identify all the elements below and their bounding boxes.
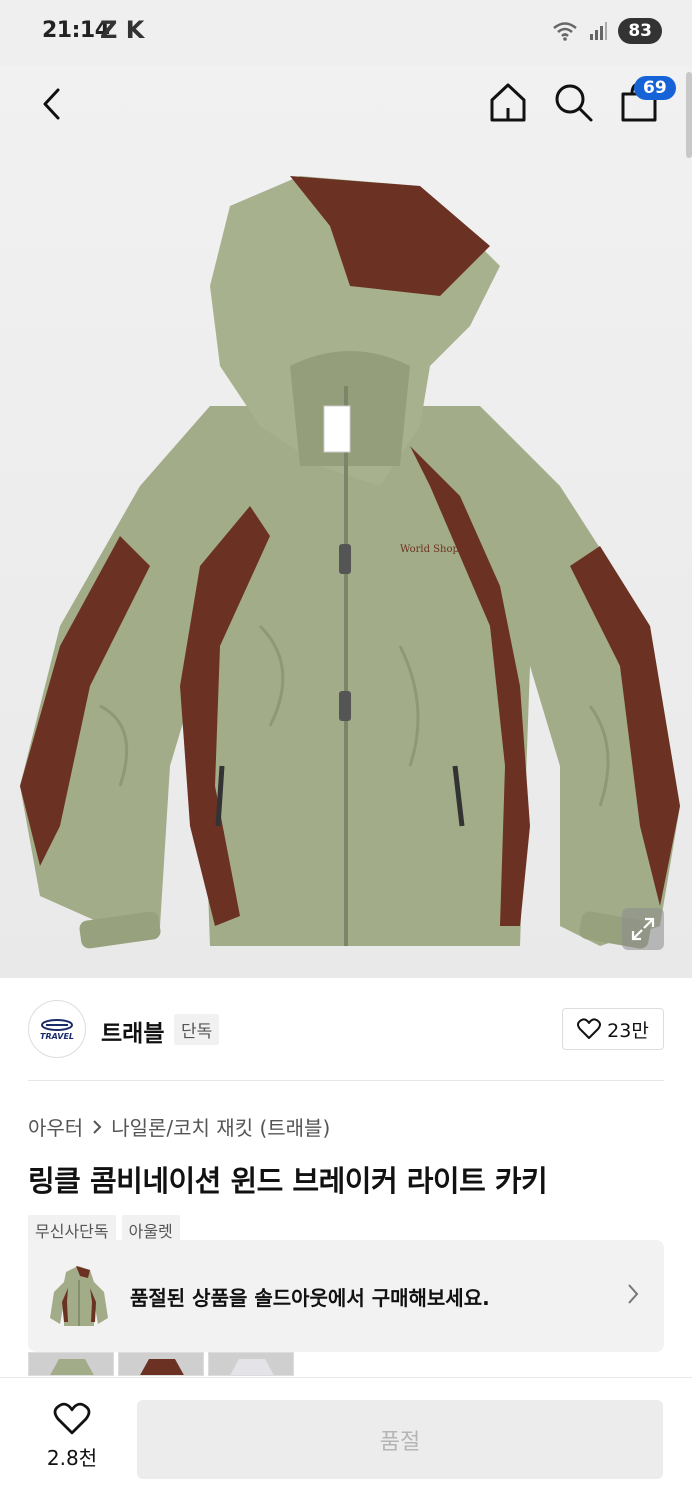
search-button[interactable] [551,80,595,124]
brand-name[interactable]: 트래블 [101,1014,164,1048]
soldout-resell-banner[interactable]: 품절된 상품을 솔드아웃에서 구매해보세요. [28,1240,664,1352]
color-option-brown[interactable] [118,1352,204,1376]
brand-logo-mark [41,1018,73,1031]
expand-image-button[interactable] [622,908,664,950]
status-bar: 21:14 Z K 83 [0,0,692,66]
grey-jacket-thumb [209,1353,293,1375]
signal-icon [590,22,608,40]
bottom-action-bar: 2.8천 품절 [0,1377,692,1500]
breadcrumb-sub-category[interactable]: 나일론/코치 재킷 (트래블) [111,1112,330,1141]
brand-logo-text: TRAVEL [39,1031,75,1041]
search-icon [555,84,593,122]
chevron-right-icon [93,1119,102,1134]
heart-icon [53,1402,91,1435]
battery-indicator: 83 [618,18,662,44]
divider [28,1080,664,1081]
heart-icon [577,1018,602,1039]
color-options [28,1352,294,1376]
home-button[interactable] [486,80,530,124]
status-indicators: 83 [552,18,662,44]
cart-count-badge: 69 [634,76,676,100]
resell-thumbnail [50,1266,108,1326]
home-icon [490,83,526,122]
scrollbar[interactable] [686,72,692,158]
color-option-grey[interactable] [208,1352,294,1376]
brown-jacket-thumb [119,1353,203,1375]
breadcrumb-category[interactable]: 아우터 [28,1112,83,1141]
chevron-right-icon [628,1284,639,1304]
svg-text:World Shop: World Shop [400,544,459,555]
wifi-icon [553,22,578,41]
product-image: World Shop [20,176,680,949]
brand-row: TRAVEL 트래블 단독 23만 [28,1000,664,1060]
resell-banner-text: 품절된 상품을 솔드아웃에서 구매해보세요. [130,1286,490,1310]
soldout-button[interactable]: 품절 [137,1400,663,1479]
expand-icon [631,917,655,941]
brand-logo[interactable]: TRAVEL [28,1000,86,1058]
product-like-count: 2.8천 [46,1446,98,1470]
product-like-button[interactable]: 2.8천 [30,1402,114,1482]
product-image-gallery[interactable]: World Shop 69 [0,66,692,978]
back-button[interactable] [30,82,74,126]
color-option-khaki[interactable] [28,1352,114,1376]
brand-exclusive-tag: 단독 [174,1014,220,1045]
brand-like-button[interactable]: 23만 [562,1008,664,1050]
chevron-left-icon [43,88,60,120]
brand-like-count: 23만 [607,1019,649,1042]
product-title: 링클 콤비네이션 윈드 브레이커 라이트 카키 [28,1164,548,1198]
khaki-jacket-thumb [29,1353,113,1375]
breadcrumb: 아우터 나일론/코치 재킷 (트래블) [28,1112,330,1141]
status-app-icons: Z K [100,16,145,44]
